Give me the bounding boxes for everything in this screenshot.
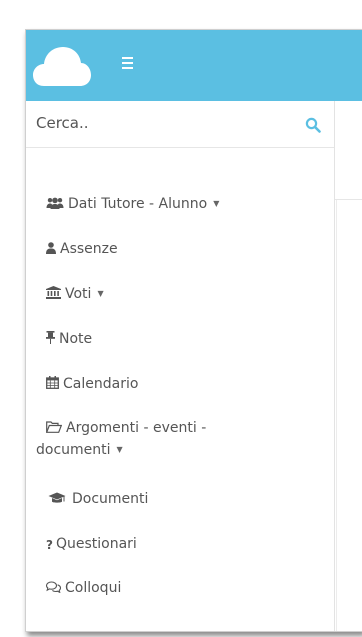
sidebar-item-label: Colloqui — [65, 580, 122, 596]
caret-down-icon: ▼ — [116, 445, 123, 454]
sidebar-item-dati-tutore[interactable]: Dati Tutore - Alunno ▼ — [46, 193, 334, 215]
sidebar-item-voti[interactable]: Voti ▼ — [46, 283, 334, 305]
user-icon — [46, 242, 56, 254]
calendar-icon — [46, 376, 59, 389]
sidebar-item-label: Documenti — [72, 491, 149, 507]
content-header-band — [335, 101, 362, 200]
sidebar-item-label-line1: Argomenti - eventi - — [66, 420, 207, 436]
cloud-logo-icon[interactable] — [32, 42, 92, 88]
caret-down-icon: ▼ — [97, 289, 104, 298]
sidebar-item-label: Voti — [65, 286, 92, 302]
sidebar-item-note[interactable]: Note — [46, 328, 334, 350]
folder-open-icon — [46, 421, 62, 433]
sidebar-item-label-line2: documenti — [36, 442, 111, 458]
sidebar-item-colloqui[interactable]: Colloqui — [46, 577, 334, 599]
page: Dati Tutore - Alunno ▼ Assenze — [0, 0, 362, 637]
sidebar-item-label: Questionari — [55, 536, 137, 552]
pushpin-icon — [46, 331, 55, 344]
caret-down-icon: ▼ — [213, 199, 220, 208]
app-panel: Dati Tutore - Alunno ▼ Assenze — [25, 29, 362, 632]
graduation-cap-icon — [48, 492, 66, 503]
sidebar-item-questionari[interactable]: ? Questionari — [46, 533, 334, 556]
question-icon: ? — [46, 538, 53, 552]
sidebar-item-label: Calendario — [63, 376, 139, 392]
users-icon — [46, 197, 64, 209]
sidebar-item-label: Assenze — [60, 241, 118, 257]
sidebar-item-assenze[interactable]: Assenze — [46, 238, 334, 260]
comments-icon — [46, 581, 61, 593]
top-bar — [26, 30, 362, 101]
sidebar: Dati Tutore - Alunno ▼ Assenze — [26, 101, 335, 631]
search-input[interactable] — [26, 101, 306, 145]
hamburger-menu-icon[interactable] — [122, 57, 136, 71]
search-box — [26, 101, 334, 148]
sidebar-item-label: Note — [59, 331, 93, 347]
sidebar-item-label: Dati Tutore - Alunno — [68, 196, 208, 212]
main-content-edge — [335, 101, 362, 631]
search-icon[interactable] — [305, 117, 321, 133]
bank-icon — [46, 286, 61, 299]
sidebar-item-calendario[interactable]: Calendario — [46, 373, 334, 395]
sidebar-item-documenti[interactable]: Documenti — [48, 488, 334, 510]
sidebar-item-argomenti[interactable]: Argomenti - eventi - documenti ▼ — [36, 417, 334, 461]
